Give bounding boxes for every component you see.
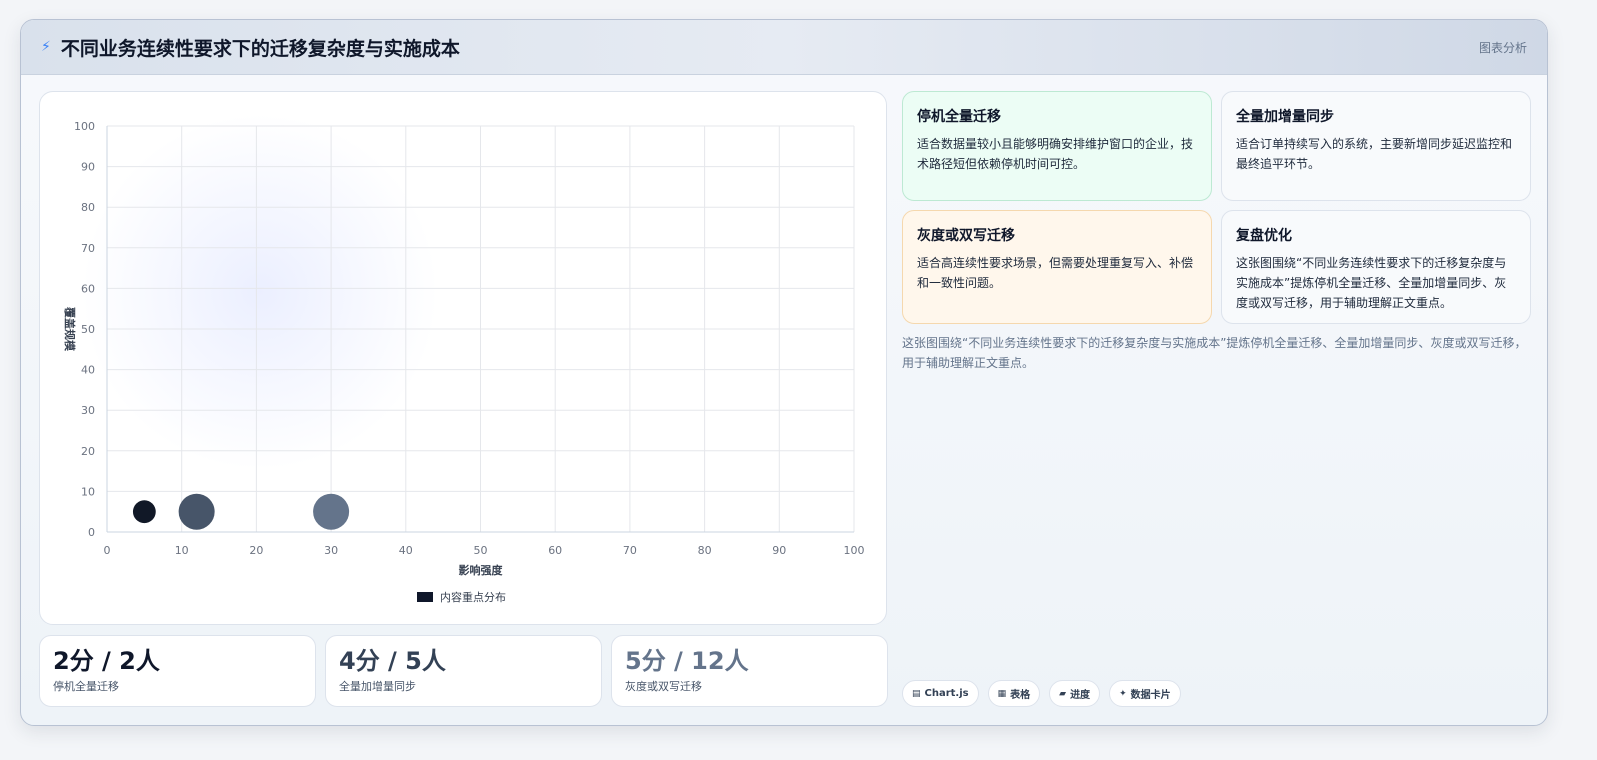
stat-label: 全量加增量同步 <box>339 680 416 693</box>
y-tick-label: 40 <box>81 364 95 377</box>
stat-value: 5分 / 12人 <box>625 647 749 675</box>
x-tick-label: 90 <box>772 544 786 557</box>
summary-text: 这张图围绕“不同业务连续性要求下的迁移复杂度与实施成本”提炼停机全量迁移、全量加… <box>902 336 1527 370</box>
y-tick-label: 50 <box>81 323 95 336</box>
tag-progress[interactable]: ▰ 进度 <box>1049 680 1101 707</box>
y-tick-label: 0 <box>88 526 95 539</box>
y-tick-label: 20 <box>81 445 95 458</box>
card-text: 适合数据量较小且能够明确安排维护窗口的企业，技术路径短但依赖停机时间可控。 <box>917 137 1194 171</box>
progress-icon: ▰ <box>1059 688 1067 699</box>
legend-swatch <box>417 592 433 602</box>
page-title: 不同业务连续性要求下的迁移复杂度与实施成本 <box>60 37 460 60</box>
x-tick-label: 60 <box>548 544 562 557</box>
bubble-chart: 0 10 20 30 40 50 60 70 80 90 100 0 10 20 30 40 50 60 70 80 9… <box>63 120 865 604</box>
tag-label: 表格 <box>1010 690 1031 701</box>
sparkle-icon: ✦ <box>1119 688 1127 699</box>
data-point <box>132 500 156 524</box>
chart-card: 0 10 20 30 40 50 60 70 80 90 100 0 10 20 30 40 50 60 70 80 9… <box>39 91 887 625</box>
tag-label: 数据卡片 <box>1130 690 1171 701</box>
card-text: 适合高连续性要求场景，但需要处理重复写入、补偿和一致性问题。 <box>917 256 1194 290</box>
x-tick-label: 100 <box>844 544 865 557</box>
stat-card-downtime: 2分 / 2人 停机全量迁移 <box>39 635 316 707</box>
x-axis-label: 影响强度 <box>459 563 504 577</box>
header-bar: ⚡ 不同业务连续性要求下的迁移复杂度与实施成本 图表分析 <box>21 20 1547 75</box>
y-tick-label: 70 <box>81 242 95 255</box>
tag-list: ▤ Chart.js ▦ 表格 ▰ 进度 ✦ 数据卡片 <box>902 680 1181 707</box>
card-title: 停机全量迁移 <box>917 109 1001 125</box>
y-tick-label: 90 <box>81 161 95 174</box>
header-tag: 图表分析 <box>1478 40 1527 55</box>
stat-label: 停机全量迁移 <box>53 680 119 693</box>
y-tick-label: 30 <box>81 404 95 417</box>
tag-chartjs[interactable]: ▤ Chart.js <box>902 680 979 707</box>
y-tick-label: 10 <box>81 485 95 498</box>
legend-label: 内容重点分布 <box>440 590 506 604</box>
tag-label: 进度 <box>1070 690 1091 701</box>
stat-label: 灰度或双写迁移 <box>625 680 702 693</box>
stat-card-incremental: 4分 / 5人 全量加增量同步 <box>325 635 602 707</box>
stat-card-gray: 5分 / 12人 灰度或双写迁移 <box>611 635 888 707</box>
card-title: 全量加增量同步 <box>1236 109 1334 125</box>
y-tick-label: 100 <box>74 120 95 133</box>
card-text: 这张图围绕“不同业务连续性要求下的迁移复杂度与实施成本”提炼停机全量迁移、全量加… <box>1236 256 1507 310</box>
x-tick-label: 0 <box>104 544 111 557</box>
data-point <box>178 493 215 530</box>
stat-value: 4分 / 5人 <box>339 647 446 675</box>
x-tick-label: 80 <box>698 544 712 557</box>
info-card-gray: 灰度或双写迁移 适合高连续性要求场景，但需要处理重复写入、补偿和一致性问题。 <box>902 210 1212 324</box>
x-tick-label: 10 <box>175 544 189 557</box>
y-tick-label: 80 <box>81 201 95 214</box>
x-tick-label: 30 <box>324 544 338 557</box>
y-axis-label: 覆盖规模 <box>63 307 77 352</box>
data-point <box>313 493 350 530</box>
tag-datacard[interactable]: ✦ 数据卡片 <box>1109 680 1181 707</box>
table-icon: ▦ <box>997 688 1007 699</box>
x-tick-label: 50 <box>474 544 488 557</box>
card-title: 灰度或双写迁移 <box>917 228 1015 244</box>
lightning-icon: ⚡ <box>41 39 51 55</box>
info-card-review: 复盘优化 这张图围绕“不同业务连续性要求下的迁移复杂度与实施成本”提炼停机全量迁… <box>1221 210 1531 324</box>
x-tick-label: 70 <box>623 544 637 557</box>
card-text: 适合订单持续写入的系统，主要新增同步延迟监控和最终追平环节。 <box>1236 137 1513 171</box>
x-tick-label: 40 <box>399 544 413 557</box>
y-tick-label: 60 <box>81 282 95 295</box>
info-card-incremental: 全量加增量同步 适合订单持续写入的系统，主要新增同步延迟监控和最终追平环节。 <box>1221 91 1531 201</box>
info-card-downtime: 停机全量迁移 适合数据量较小且能够明确安排维护窗口的企业，技术路径短但依赖停机时… <box>902 91 1212 201</box>
tag-table[interactable]: ▦ 表格 <box>987 680 1041 707</box>
dashboard-frame: ⚡ 不同业务连续性要求下的迁移复杂度与实施成本 图表分析 0 10 20 30 40 50… <box>20 19 1548 726</box>
tag-label: Chart.js <box>924 688 969 699</box>
x-tick-label: 20 <box>249 544 263 557</box>
card-title: 复盘优化 <box>1236 228 1292 244</box>
stat-value: 2分 / 2人 <box>53 647 160 675</box>
chart-icon: ▤ <box>912 688 921 699</box>
